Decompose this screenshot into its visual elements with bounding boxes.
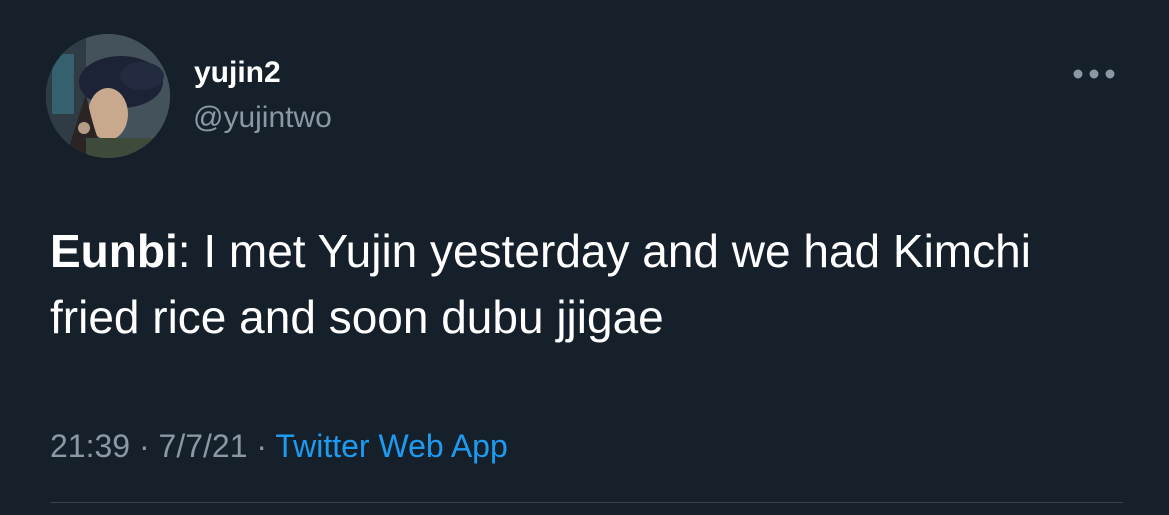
tweet-source-link[interactable]: Twitter Web App (275, 428, 507, 464)
meta-separator: · (130, 428, 159, 464)
tweet-meta: 21:39 · 7/7/21 · Twitter Web App (50, 428, 508, 465)
display-name[interactable]: yujin2 (194, 56, 281, 90)
tweet-time[interactable]: 21:39 (50, 428, 130, 464)
speaker-colon: : (177, 225, 191, 277)
avatar[interactable] (46, 34, 170, 158)
avatar-image (46, 34, 170, 158)
tweet-date[interactable]: 7/7/21 (159, 428, 248, 464)
meta-separator: · (247, 428, 276, 464)
tweet-card: yujin2 @yujintwo Eunbi: I met Yujin yest… (0, 0, 1169, 515)
speaker-name: Eunbi (50, 225, 178, 277)
divider (50, 502, 1123, 503)
user-handle[interactable]: @yujintwo (193, 101, 332, 135)
tweet-text: Eunbi: I met Yujin yesterday and we had … (50, 218, 1120, 350)
tweet-body: I met Yujin yesterday and we had Kimchi … (50, 225, 1031, 343)
more-horizontal-icon[interactable] (1068, 56, 1124, 92)
